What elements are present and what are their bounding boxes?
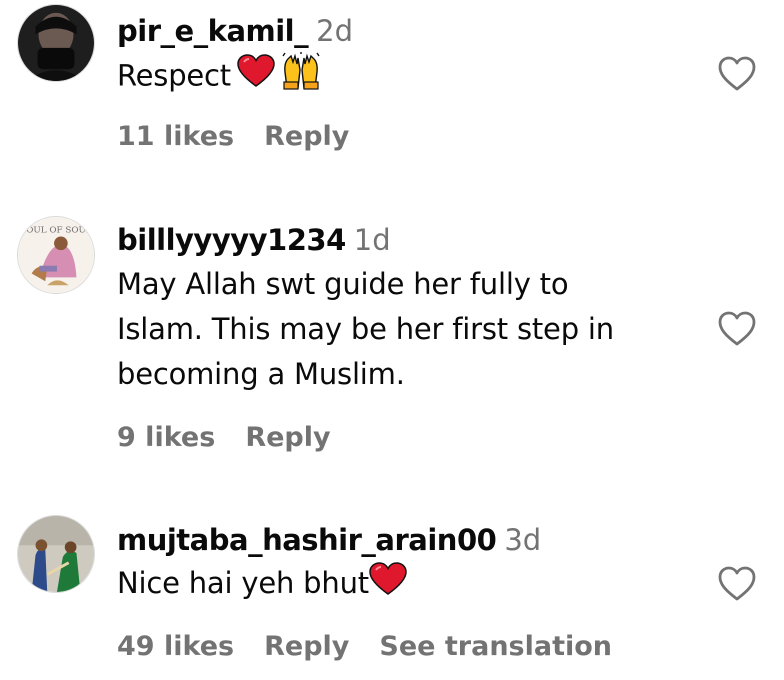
like-heart-icon[interactable] [718, 566, 756, 602]
comment-meta: 49 likes Reply See translation [117, 630, 642, 664]
avatar[interactable] [17, 4, 95, 82]
like-heart-icon[interactable] [718, 56, 756, 92]
avatar-image: SOUL OF SOUL [18, 217, 94, 293]
timestamp[interactable]: 2d [316, 14, 353, 48]
timestamp[interactable]: 3d [504, 523, 541, 557]
comment-header: pir_e_kamil_ 2d [117, 13, 353, 49]
likes-count[interactable]: 11 likes [117, 121, 234, 152]
comment-meta: 9 likes Reply [117, 421, 361, 455]
comment-header: mujtaba_hashir_arain00 3d [117, 522, 541, 558]
username[interactable]: pir_e_kamil_ [117, 14, 309, 48]
comment-text-line: May Allah swt guide her fully to [117, 267, 569, 301]
comment-text-content: Respect [117, 58, 231, 93]
avatar-image [18, 5, 94, 81]
comment-text-line: becoming a Muslim. [117, 357, 405, 391]
reply-button[interactable]: Reply [264, 121, 349, 152]
reply-button[interactable]: Reply [245, 422, 330, 453]
timestamp[interactable]: 1d [354, 223, 391, 257]
raising-hands-emoji-icon [281, 52, 321, 103]
likes-count[interactable]: 9 likes [117, 422, 215, 453]
avatar[interactable]: SOUL OF SOUL [17, 216, 95, 294]
see-translation-button[interactable]: See translation [379, 631, 612, 662]
avatar-text: SOUL OF SOUL [20, 226, 92, 236]
comment-header: billlyyyyy1234 1d [117, 222, 391, 258]
comment-text-content: Nice hai yeh bhut [117, 566, 369, 600]
comment-text-line: Islam. This may be her first step in [117, 312, 614, 346]
like-heart-icon[interactable] [718, 311, 756, 347]
avatar[interactable] [17, 515, 95, 593]
likes-count[interactable]: 49 likes [117, 631, 234, 662]
reply-button[interactable]: Reply [264, 631, 349, 662]
username[interactable]: mujtaba_hashir_arain00 [117, 523, 497, 557]
comment-text: Nice hai yeh bhut [117, 561, 697, 609]
heart-emoji-icon [369, 561, 407, 609]
heart-emoji-icon [237, 54, 275, 101]
username[interactable]: billlyyyyy1234 [117, 223, 346, 257]
avatar-image [18, 516, 94, 592]
comment-meta: 11 likes Reply [117, 120, 379, 154]
comment-text: Respect [117, 52, 697, 103]
comment-text: May Allah swt guide her fully to Islam. … [117, 262, 697, 397]
